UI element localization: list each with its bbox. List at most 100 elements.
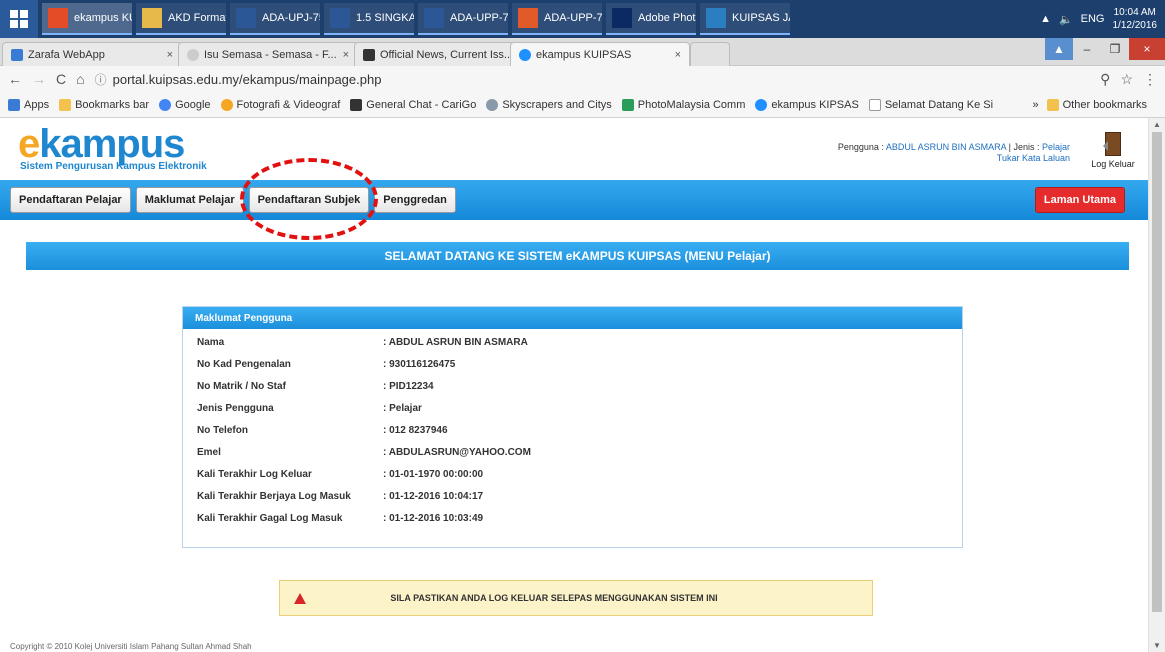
- bookmark-fotografi[interactable]: Fotografi & Videograf: [220, 98, 340, 111]
- taskbar-item[interactable]: ADA-UPP-75...: [512, 3, 602, 35]
- bookmark-bookmarks-bar[interactable]: Bookmarks bar: [59, 98, 149, 111]
- panel-title: Maklumat Pengguna: [183, 307, 962, 329]
- skyscraper-icon: [486, 98, 499, 111]
- user-info: Pengguna : ABDUL ASRUN BIN ASMARA | Jeni…: [837, 142, 1070, 164]
- more-bookmarks-icon[interactable]: »: [1033, 99, 1039, 111]
- taskbar-item[interactable]: KUIPSAS JA...: [700, 3, 790, 35]
- info-row: Jenis Pengguna: Pelajar: [197, 402, 422, 414]
- site-header: ekampus Sistem Pengurusan Kampus Elektro…: [0, 118, 1148, 180]
- folder-icon: [1046, 98, 1059, 111]
- close-tab-icon[interactable]: ×: [161, 49, 173, 61]
- image-icon: [706, 8, 726, 28]
- clock[interactable]: 10:04 AM 1/12/2016: [1113, 6, 1158, 32]
- nav-penggredan[interactable]: Penggredan: [374, 187, 456, 213]
- new-tab-button[interactable]: [690, 42, 730, 66]
- back-icon[interactable]: ←: [8, 71, 22, 87]
- network-icon[interactable]: ▲: [1040, 13, 1051, 25]
- word-icon: [330, 8, 350, 28]
- photoshop-icon: [612, 8, 632, 28]
- scroll-down-icon[interactable]: ▼: [1153, 641, 1161, 650]
- footer-copyright: Copyright © 2010 Kolej Universiti Islam …: [10, 642, 252, 651]
- door-exit-icon: [1103, 132, 1121, 156]
- close-tab-icon[interactable]: ×: [337, 49, 349, 61]
- bookmark-photomalaysia[interactable]: PhotoMalaysia Comm: [621, 98, 745, 111]
- ie-favicon-icon: [755, 98, 768, 111]
- user-type-link[interactable]: Pelajar: [1042, 142, 1070, 152]
- tab-isu-semasa[interactable]: Isu Semasa - Semasa - F... ×: [178, 42, 358, 66]
- window-controls: ▲ – ❐ ×: [1045, 38, 1165, 62]
- word-icon: [236, 8, 256, 28]
- acrobat-icon: [518, 8, 538, 28]
- reload-icon[interactable]: C: [56, 71, 66, 87]
- minimize-button[interactable]: –: [1073, 38, 1101, 60]
- google-icon: [159, 98, 172, 111]
- user-icon[interactable]: ▲: [1045, 38, 1073, 60]
- url-field[interactable]: ⓘ portal.kuipsas.edu.my/ekampus/mainpage…: [95, 69, 1091, 89]
- extension-icon[interactable]: ⚲: [1100, 71, 1110, 88]
- taskbar-item[interactable]: 1.5 SINGKAT...: [324, 3, 414, 35]
- taskbar-item[interactable]: Adobe Phot...: [606, 3, 696, 35]
- nav-pendaftaran-pelajar[interactable]: Pendaftaran Pelajar: [10, 187, 131, 213]
- tray-language[interactable]: ENG: [1081, 13, 1105, 25]
- info-row: Kali Terakhir Gagal Log Masuk: 01-12-201…: [197, 512, 484, 524]
- taskbar-item[interactable]: AKD Format ...: [136, 3, 226, 35]
- taskbar-item[interactable]: ADA-UPP-75...: [418, 3, 508, 35]
- word-icon: [424, 8, 444, 28]
- cg-favicon-icon: [363, 48, 375, 61]
- info-icon[interactable]: ⓘ: [95, 71, 107, 88]
- home-icon[interactable]: ⌂: [76, 71, 84, 87]
- logout-warning: SILA PASTIKAN ANDA LOG KELUAR SELEPAS ME…: [279, 580, 873, 616]
- other-bookmarks[interactable]: Other bookmarks: [1046, 98, 1147, 111]
- tab-ekampus[interactable]: ekampus KUIPSAS ×: [510, 42, 690, 66]
- cg-favicon-icon: [350, 98, 363, 111]
- folder-icon: [59, 98, 72, 111]
- nav-laman-utama[interactable]: Laman Utama: [1034, 187, 1125, 213]
- chrome-icon: [48, 8, 68, 28]
- bookmark-skyscrapers[interactable]: Skyscrapers and Citys: [486, 98, 612, 111]
- info-row: Emel: ABDULASRUN@YAHOO.COM: [197, 446, 531, 458]
- info-row: Nama: ABDUL ASRUN BIN ASMARA: [197, 336, 528, 348]
- info-row: Kali Terakhir Berjaya Log Masuk: 01-12-2…: [197, 490, 484, 502]
- smiley-icon: [220, 98, 233, 111]
- logout-button[interactable]: Log Keluar: [1088, 132, 1138, 169]
- info-row: No Kad Pengenalan: 930116126475: [197, 358, 456, 370]
- windows-start-button[interactable]: [0, 0, 38, 38]
- volume-icon[interactable]: 🔈: [1059, 13, 1073, 26]
- change-password-link[interactable]: Tukar Kata Laluan: [838, 153, 1070, 164]
- taskbar-item[interactable]: ekampus KUI...: [42, 3, 132, 35]
- taskbar-item[interactable]: ADA-UPJ-75...: [230, 3, 320, 35]
- user-name-link[interactable]: ABDUL ASRUN BIN ASMARA: [886, 142, 1006, 152]
- warning-icon: [294, 592, 306, 604]
- bookmark-google[interactable]: Google: [159, 98, 211, 111]
- system-tray: ▲ 🔈 ENG 10:04 AM 1/12/2016: [1040, 6, 1165, 32]
- tab-official-news[interactable]: Official News, Current Iss... ×: [354, 42, 514, 66]
- bookmark-apps[interactable]: Apps: [8, 98, 49, 111]
- user-info-panel: Maklumat Pengguna Nama: ABDUL ASRUN BIN …: [182, 306, 963, 548]
- close-tab-icon[interactable]: ×: [669, 49, 681, 61]
- page-icon: [868, 98, 881, 111]
- apps-grid-icon: [8, 98, 20, 111]
- ie-favicon-icon: [519, 48, 531, 61]
- maximize-button[interactable]: ❐: [1101, 38, 1129, 60]
- windows-taskbar: ekampus KUI...AKD Format ...ADA-UPJ-75..…: [0, 0, 1165, 38]
- scroll-thumb[interactable]: [1152, 132, 1162, 612]
- web-page: ekampus Sistem Pengurusan Kampus Elektro…: [0, 118, 1148, 652]
- close-window-button[interactable]: ×: [1129, 38, 1165, 60]
- bookmark-ekampus[interactable]: ekampus KIPSAS: [755, 98, 859, 111]
- bookmark-general-chat[interactable]: General Chat - CariGo: [350, 98, 476, 111]
- bookmark-selamat-datang[interactable]: Selamat Datang Ke Si: [868, 98, 993, 111]
- loading-favicon-icon: [187, 48, 199, 61]
- page-scrollbar[interactable]: ▲ ▼: [1148, 118, 1165, 652]
- bookmark-star-icon[interactable]: ☆: [1120, 71, 1133, 88]
- forward-icon[interactable]: →: [32, 71, 46, 87]
- zarafa-favicon-icon: [11, 48, 23, 61]
- main-navbar: Pendaftaran Pelajar Maklumat Pelajar Pen…: [0, 180, 1148, 220]
- nav-pendaftaran-subjek[interactable]: Pendaftaran Subjek: [248, 187, 370, 213]
- photomalaysia-icon: [621, 98, 634, 111]
- folder-icon: [142, 8, 162, 28]
- scroll-up-icon[interactable]: ▲: [1153, 120, 1161, 129]
- menu-icon[interactable]: ⋮: [1143, 71, 1157, 88]
- nav-maklumat-pelajar[interactable]: Maklumat Pelajar: [135, 187, 244, 213]
- tab-zarafa[interactable]: Zarafa WebApp ×: [2, 42, 182, 66]
- info-row: No Telefon: 012 8237946: [197, 424, 448, 436]
